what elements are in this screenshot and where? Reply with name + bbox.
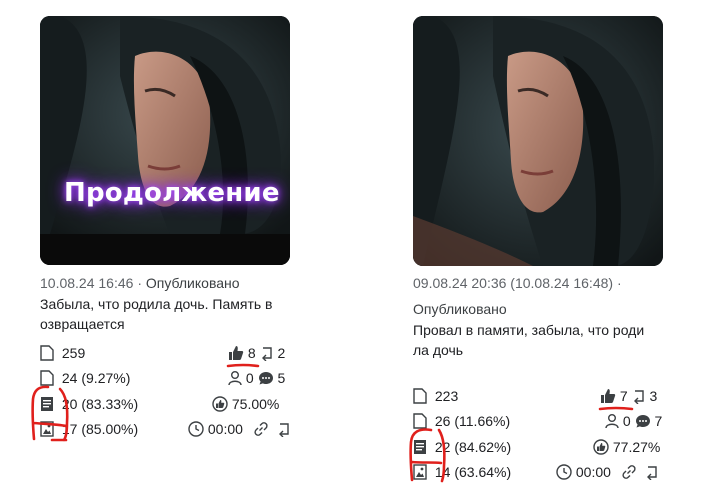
scroll-full-stat: 17 (85.00%): [40, 419, 138, 439]
post-title-line-1: Провал в памяти, забыла, что роди: [413, 322, 645, 338]
document-icon: [413, 388, 427, 404]
person-icon: [605, 414, 619, 429]
person-icon: [228, 371, 242, 386]
clock-icon: [188, 421, 204, 437]
link-icon[interactable]: [621, 464, 637, 480]
subscribers-comments-stat: 0 5: [228, 368, 285, 388]
er-stat: 77.27%: [593, 437, 660, 457]
article-icon: [41, 397, 53, 411]
woman-crying-image: [40, 16, 290, 265]
subscribers-comments-stat: 0 7: [605, 411, 662, 431]
post-card-1[interactable]: Продолжение 10.08.24 16:46 · Опубликован…: [31, 16, 300, 466]
read-full-stat: 20 (83.33%): [40, 394, 138, 414]
read-full-stat: 22 (84.62%): [413, 437, 511, 457]
repost-icon: [261, 347, 272, 361]
document-icon: [413, 413, 427, 429]
share-icon[interactable]: [645, 464, 659, 480]
image-doc-icon: [40, 421, 54, 437]
views-stat: 259: [40, 343, 85, 363]
likes-reposts-stat: 7 3: [600, 386, 657, 406]
post-title-line-2: ла дочь: [413, 342, 464, 358]
link-icon[interactable]: [253, 421, 269, 437]
post-datetime: 09.08.24 20:36 (10.08.24 16:48): [413, 275, 614, 291]
comment-icon: [635, 415, 650, 428]
comment-icon: [258, 372, 273, 385]
post-title[interactable]: Провал в памяти, забыла, что роди ла доч…: [413, 320, 663, 360]
post-thumbnail[interactable]: Продолжение: [40, 16, 290, 265]
er-stat: 75.00%: [212, 394, 279, 414]
like-badge-icon: [593, 439, 609, 455]
document-icon: [40, 370, 54, 386]
post-title-line-2: озвращается: [40, 316, 125, 332]
likes-reposts-stat: 8 2: [228, 343, 285, 363]
share-icon[interactable]: [277, 421, 291, 437]
post-status: Опубликовано: [413, 301, 507, 317]
woman-crying-image: [413, 16, 663, 266]
scroll-full-stat: 14 (63.64%): [413, 462, 511, 482]
post-title-line-1: Забыла, что родила дочь. Память в: [40, 296, 273, 312]
time-actions: 00:00: [556, 462, 659, 482]
views-stat: 223: [413, 386, 458, 406]
post-title[interactable]: Забыла, что родила дочь. Память в озвращ…: [40, 294, 290, 334]
clock-icon: [556, 464, 572, 480]
thumbs-up-icon: [601, 389, 616, 403]
document-icon: [40, 345, 54, 361]
post-datetime: 10.08.24 16:46: [40, 275, 134, 291]
like-badge-icon: [212, 396, 228, 412]
post-status: Опубликовано: [145, 275, 240, 291]
post-meta: 10.08.24 16:46 · Опубликовано: [40, 275, 240, 291]
meta-separator: ·: [137, 275, 142, 291]
meta-separator: ·: [616, 275, 622, 291]
image-doc-icon: [413, 464, 427, 480]
post-thumbnail[interactable]: [413, 16, 663, 266]
reads-stat: 26 (11.66%): [413, 411, 510, 431]
thumbs-up-icon: [229, 346, 244, 360]
post-card-2[interactable]: 09.08.24 20:36 (10.08.24 16:48) · Опубли…: [409, 16, 703, 483]
post-meta: 09.08.24 20:36 (10.08.24 16:48) ·: [413, 275, 622, 291]
repost-icon: [633, 390, 644, 404]
article-icon: [414, 440, 426, 454]
reads-stat: 24 (9.27%): [40, 368, 130, 388]
overlay-caption: Продолжение: [64, 178, 280, 208]
time-actions: 00:00: [188, 419, 291, 439]
